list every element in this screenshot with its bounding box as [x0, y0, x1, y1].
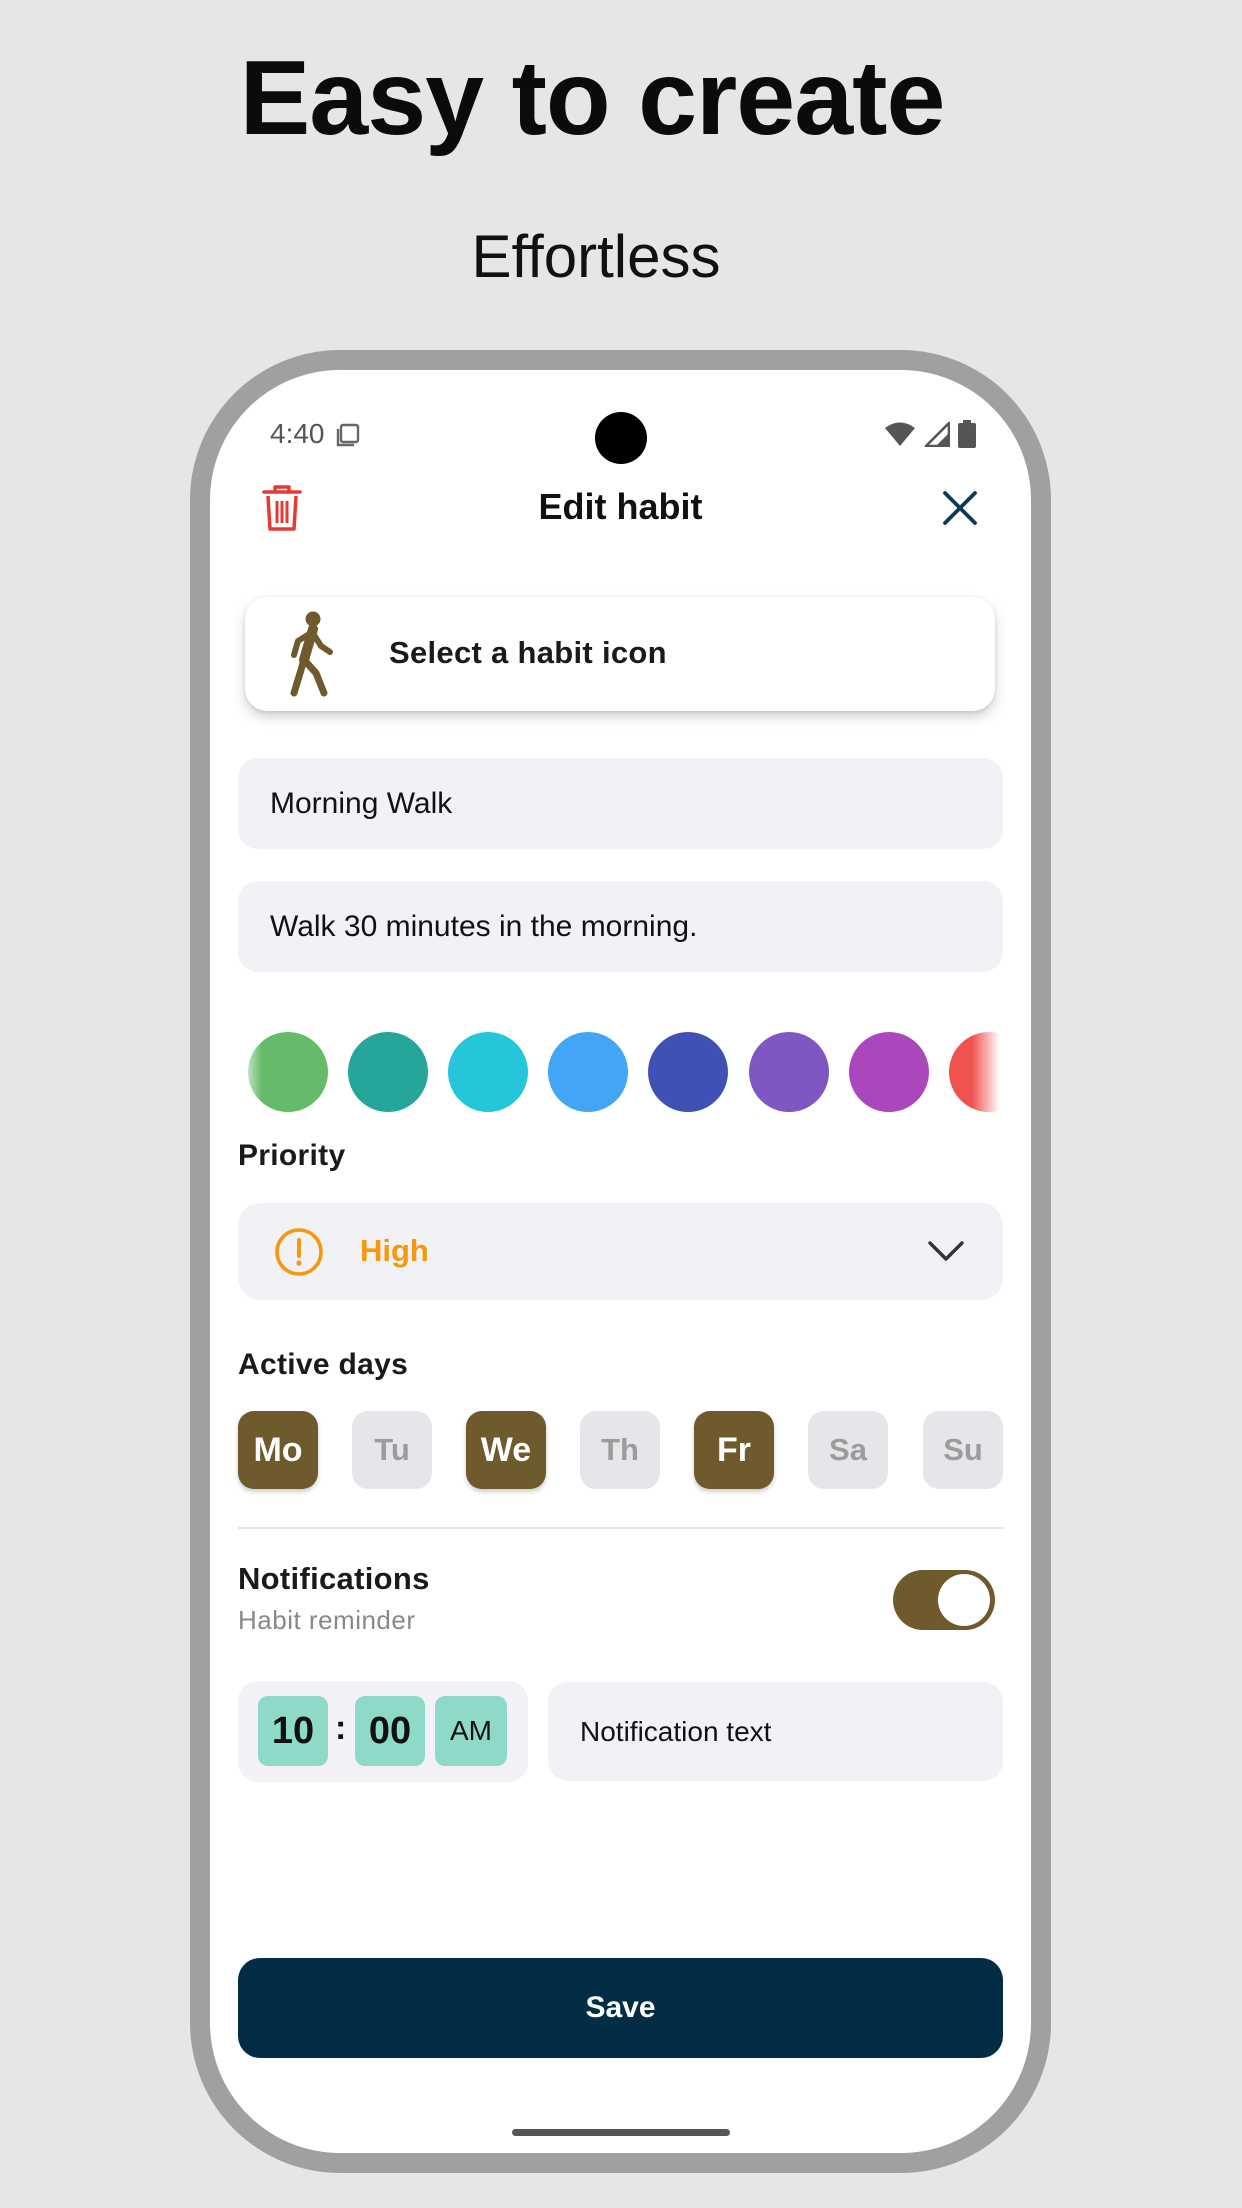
color-swatch[interactable] [448, 1032, 528, 1112]
battery-icon [958, 420, 976, 448]
notifications-toggle[interactable] [893, 1570, 995, 1630]
day-toggle-su[interactable]: Su [923, 1411, 1003, 1489]
color-swatch[interactable] [648, 1032, 728, 1112]
priority-dropdown[interactable]: High [238, 1203, 1003, 1300]
habit-icon-label: Select a habit icon [389, 635, 667, 670]
palette-fade-right [972, 1032, 1000, 1112]
cell-signal-icon [924, 421, 950, 447]
time-separator: : [335, 1709, 347, 1747]
notification-text-input[interactable]: Notification text [548, 1682, 1003, 1781]
wifi-icon [885, 422, 915, 446]
day-toggle-th[interactable]: Th [580, 1411, 660, 1489]
am-pm-toggle[interactable]: AM [435, 1696, 507, 1766]
section-divider [238, 1527, 1003, 1529]
day-toggle-tu[interactable]: Tu [352, 1411, 432, 1489]
home-indicator[interactable] [512, 2129, 730, 2136]
day-toggle-mo[interactable]: Mo [238, 1411, 318, 1489]
color-swatch[interactable] [348, 1032, 428, 1112]
promo-subheadline: Effortless [471, 223, 721, 290]
priority-value: High [360, 1233, 429, 1268]
minute-field[interactable]: 00 [355, 1696, 425, 1766]
day-toggle-we[interactable]: We [466, 1411, 546, 1489]
save-button[interactable]: Save [238, 1958, 1003, 2058]
reminder-time-picker: 10 : 00 AM [238, 1681, 528, 1782]
habit-description-input[interactable]: Walk 30 minutes in the morning. [238, 881, 1003, 972]
day-toggle-sa[interactable]: Sa [808, 1411, 888, 1489]
habit-icon-selector[interactable]: Select a habit icon [245, 597, 995, 711]
chevron-down-icon [928, 1241, 964, 1261]
alert-circle-icon [275, 1228, 323, 1276]
color-swatch[interactable] [749, 1032, 829, 1112]
walking-person-icon [290, 611, 333, 697]
notifications-subtitle: Habit reminder [238, 1605, 416, 1635]
promo-headline: Easy to create [239, 39, 946, 157]
color-swatch[interactable] [548, 1032, 628, 1112]
phone-frame: 4:40 Edit habit Select a habit icon Morn… [190, 350, 1051, 2173]
page-title: Edit habit [538, 486, 703, 527]
day-toggle-fr[interactable]: Fr [694, 1411, 774, 1489]
app-screen: 4:40 Edit habit Select a habit icon Morn… [210, 370, 1031, 2153]
screenshot-notification-icon [336, 423, 360, 447]
color-swatch[interactable] [849, 1032, 929, 1112]
active-days-label: Active days [238, 1348, 409, 1381]
habit-name-input[interactable]: Morning Walk [238, 758, 1003, 849]
active-days-selector: Mo Tu We Th Fr Sa Su [238, 1411, 1003, 1489]
palette-fade-left [238, 1032, 262, 1112]
close-icon[interactable] [940, 488, 980, 528]
color-palette [238, 1032, 1000, 1112]
hour-field[interactable]: 10 [258, 1696, 328, 1766]
priority-label: Priority [238, 1139, 346, 1172]
status-icons [884, 420, 976, 448]
status-time: 4:40 [270, 418, 325, 449]
toggle-knob [938, 1574, 990, 1626]
notifications-title: Notifications [238, 1561, 430, 1596]
camera-cutout [595, 412, 647, 464]
